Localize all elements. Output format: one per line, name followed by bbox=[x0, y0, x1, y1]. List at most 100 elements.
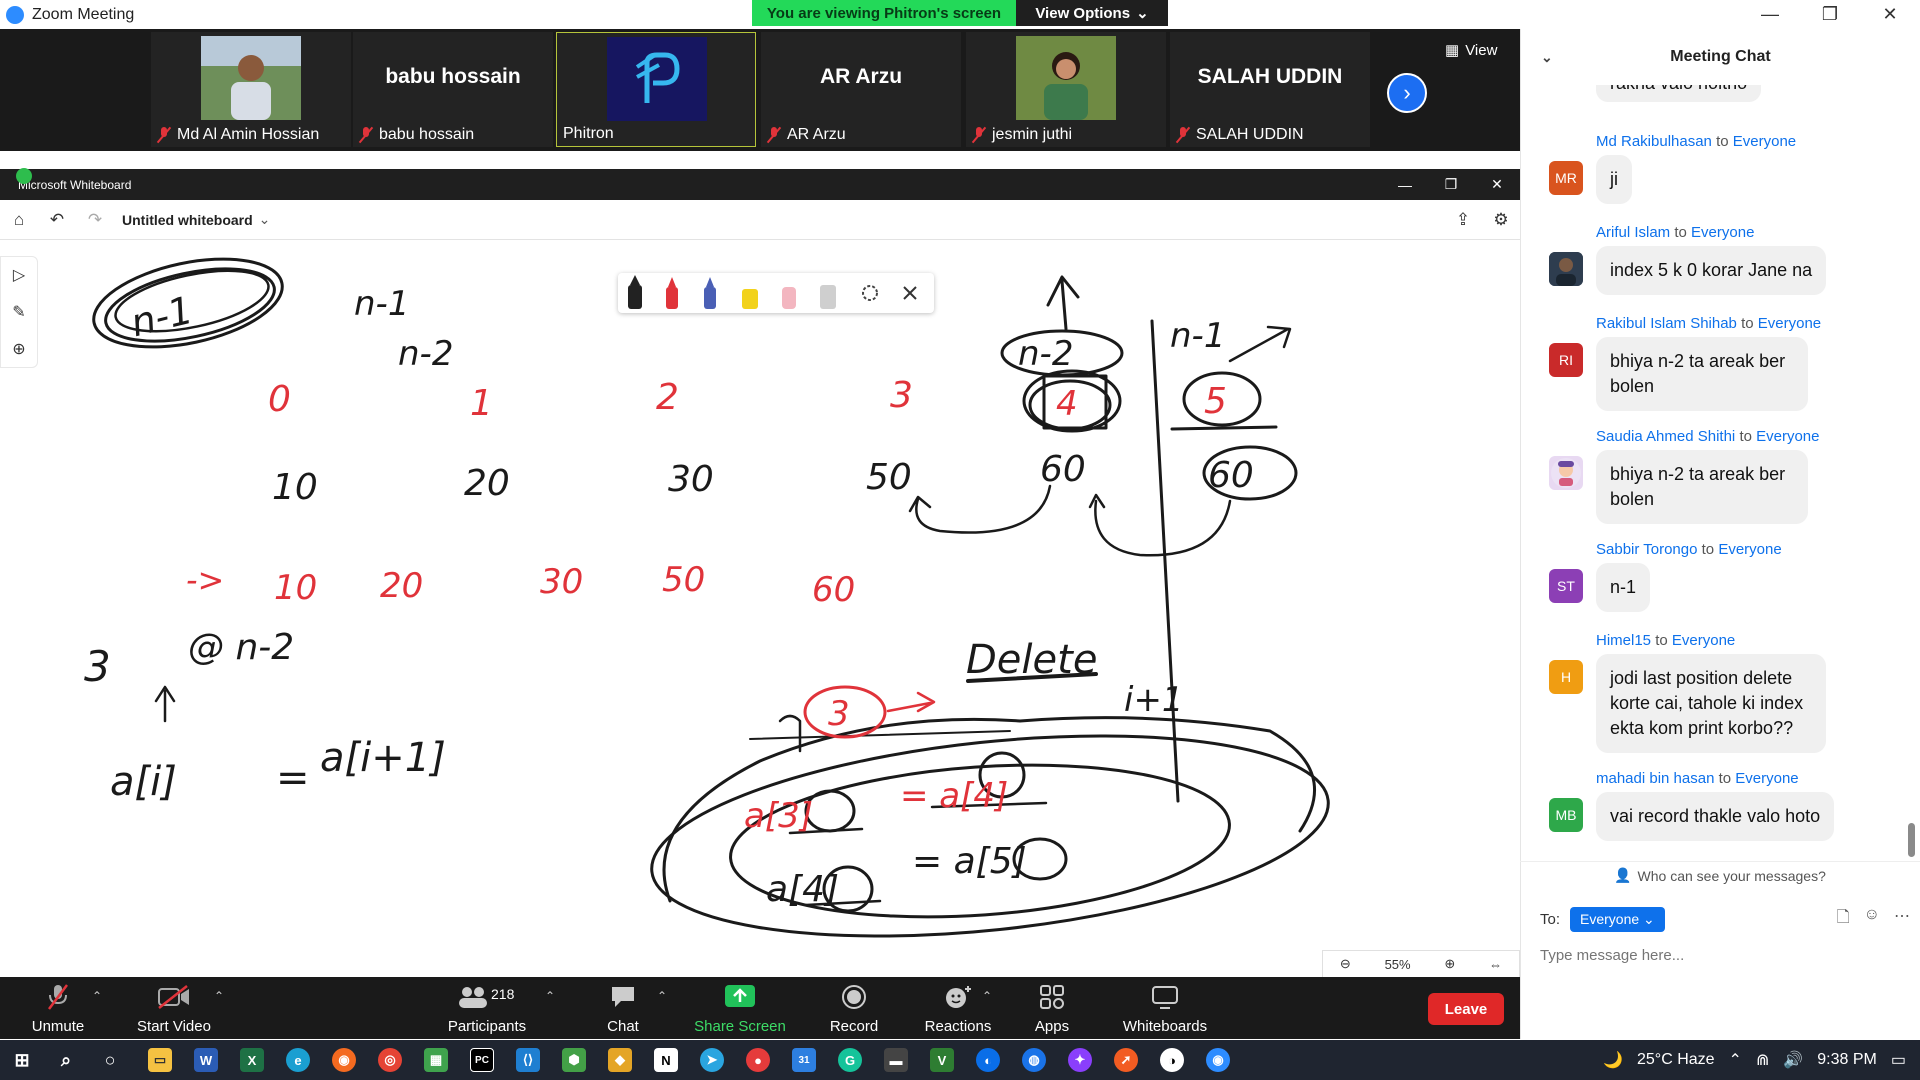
word-icon[interactable]: W bbox=[194, 1048, 218, 1072]
sender-name[interactable]: Sabbir Torongo bbox=[1596, 541, 1697, 558]
chat-bubble[interactable]: n-1 bbox=[1596, 563, 1651, 612]
share-screen-button[interactable]: Share Screen bbox=[692, 983, 788, 1035]
view-options-button[interactable]: View Options ⌄ bbox=[1016, 0, 1168, 26]
notifications-icon[interactable]: ▭ bbox=[1891, 1050, 1906, 1070]
chat-bubble[interactable]: jodi last position delete korte cai, tah… bbox=[1596, 654, 1826, 753]
message-input[interactable] bbox=[1540, 944, 1900, 966]
emoji-icon[interactable]: ☺ bbox=[1864, 906, 1880, 933]
whiteboards-button[interactable]: Whiteboards bbox=[1118, 983, 1212, 1035]
sender-name[interactable]: Md Rakibulhasan bbox=[1596, 133, 1712, 150]
participant-tile[interactable]: babu hossain babu hossain bbox=[353, 32, 553, 147]
caret-up-icon[interactable]: ⌃ bbox=[214, 989, 224, 1003]
windows-start-icon[interactable]: ⊞ bbox=[10, 1048, 34, 1072]
settings-gear-icon[interactable]: ⚙ bbox=[1482, 210, 1520, 230]
file-explorer-icon[interactable]: ▭ bbox=[148, 1048, 172, 1072]
apps-button[interactable]: Apps bbox=[1030, 983, 1074, 1035]
sender-name[interactable]: Ariful Islam bbox=[1596, 224, 1670, 241]
app-grid-icon[interactable]: ▦ bbox=[424, 1048, 448, 1072]
participant-tile[interactable]: jesmin juthi bbox=[966, 32, 1166, 147]
telegram-icon[interactable]: ➤ bbox=[700, 1048, 724, 1072]
chat-bubble[interactable]: bhiya n-2 ta areak ber bolen bbox=[1596, 450, 1808, 524]
excel-icon[interactable]: X bbox=[240, 1048, 264, 1072]
participant-tile[interactable]: Md Al Amin Hossian bbox=[151, 32, 351, 147]
notion-icon[interactable]: N bbox=[654, 1048, 678, 1072]
close-button[interactable]: ✕ bbox=[1860, 0, 1920, 29]
chat-messages[interactable]: rakha valo hoitho Md Rakibulhasan to Eve… bbox=[1521, 85, 1911, 855]
minimize-button[interactable]: — bbox=[1740, 0, 1800, 29]
more-icon[interactable]: ⋯ bbox=[1894, 906, 1910, 933]
wb-restore-button[interactable]: ❐ bbox=[1428, 169, 1474, 200]
caret-up-icon[interactable]: ⌃ bbox=[657, 989, 667, 1003]
volume-icon[interactable]: 🔊 bbox=[1783, 1050, 1803, 1070]
caret-up-icon[interactable]: ⌃ bbox=[982, 989, 992, 1003]
unmute-button[interactable]: Unmute bbox=[28, 983, 88, 1035]
participant-tile-active[interactable]: Phitron bbox=[556, 32, 756, 147]
whiteboard-canvas[interactable]: n-1 n-1 n-2 10 20 30 50 60 n-2 n-1 5 60 … bbox=[0, 241, 1520, 977]
leave-button[interactable]: Leave bbox=[1428, 993, 1504, 1025]
maximize-button[interactable]: ❐ bbox=[1800, 0, 1860, 29]
app-chat-icon[interactable]: ◐ bbox=[976, 1048, 1000, 1072]
caret-up-icon[interactable]: ⌃ bbox=[92, 989, 102, 1003]
wb-text: 30 bbox=[668, 459, 714, 500]
sender-name[interactable]: Rakibul Islam Shihab bbox=[1596, 315, 1737, 332]
terminal-icon[interactable]: ▬ bbox=[884, 1048, 908, 1072]
chat-bubble[interactable]: ji bbox=[1596, 155, 1632, 204]
sender-name[interactable]: Saudia Ahmed Shithi bbox=[1596, 428, 1735, 445]
recipient-dropdown[interactable]: Everyone ⌄ bbox=[1570, 906, 1665, 932]
zoom-in-icon[interactable]: ⊕ bbox=[1444, 956, 1455, 972]
fit-screen-icon[interactable]: ⇔ bbox=[1489, 957, 1502, 972]
zoom-taskbar-icon[interactable]: ◉ bbox=[1206, 1048, 1230, 1072]
wb-close-button[interactable]: ✕ bbox=[1474, 169, 1520, 200]
vim-icon[interactable]: V bbox=[930, 1048, 954, 1072]
sender-name[interactable]: Himel15 bbox=[1596, 632, 1651, 649]
git-icon[interactable]: ◆ bbox=[608, 1048, 632, 1072]
edge-icon[interactable]: e bbox=[286, 1048, 310, 1072]
participant-tile[interactable]: AR Arzu AR Arzu bbox=[761, 32, 961, 147]
redo-icon[interactable]: ↷ bbox=[76, 210, 114, 230]
postman-icon[interactable]: ➚ bbox=[1114, 1048, 1138, 1072]
view-button[interactable]: ▦ View bbox=[1445, 41, 1497, 60]
search-icon[interactable]: ⌕ bbox=[54, 1048, 78, 1072]
next-page-button[interactable]: › bbox=[1387, 73, 1427, 113]
cortana-icon[interactable]: ○ bbox=[98, 1048, 122, 1072]
calendar-icon[interactable]: 31 bbox=[792, 1048, 816, 1072]
vscode-icon[interactable]: ⟨⟩ bbox=[516, 1048, 540, 1072]
wb-minimize-button[interactable]: — bbox=[1382, 169, 1428, 200]
chat-bubble[interactable]: bhiya n-2 ta areak ber bolen bbox=[1596, 337, 1808, 411]
clock[interactable]: 9:38 PM bbox=[1817, 1051, 1877, 1069]
chevron-up-icon[interactable]: ⌃ bbox=[1729, 1050, 1742, 1070]
home-icon[interactable]: ⌂ bbox=[0, 210, 38, 230]
grammarly-icon[interactable]: G bbox=[838, 1048, 862, 1072]
chat-button[interactable]: Chat bbox=[598, 983, 648, 1035]
participant-tile[interactable]: SALAH UDDIN SALAH UDDIN bbox=[1170, 32, 1370, 147]
chat-bubble[interactable]: rakha valo hoitho bbox=[1596, 85, 1762, 102]
start-video-button[interactable]: Start Video bbox=[132, 983, 216, 1035]
record-button[interactable]: Record bbox=[826, 983, 882, 1035]
nodejs-icon[interactable]: ⬢ bbox=[562, 1048, 586, 1072]
file-icon[interactable]: 🗋 bbox=[1837, 906, 1850, 933]
whiteboard-name[interactable]: Untitled whiteboard bbox=[122, 212, 253, 228]
chevron-down-icon[interactable]: ⌄ bbox=[1541, 49, 1553, 66]
weather-label[interactable]: 25°C Haze bbox=[1637, 1051, 1715, 1069]
video-strip: Md Al Amin Hossian babu hossain babu hos… bbox=[0, 29, 1520, 151]
participants-button[interactable]: 218 Participants bbox=[444, 983, 530, 1035]
firefox-icon[interactable]: ◉ bbox=[332, 1048, 356, 1072]
chevron-down-icon[interactable]: ⌄ bbox=[259, 211, 271, 228]
maps-icon[interactable]: ◍ bbox=[1022, 1048, 1046, 1072]
pycharm-icon[interactable]: PC bbox=[470, 1048, 494, 1072]
app-circle-icon[interactable]: ◑ bbox=[1160, 1048, 1184, 1072]
sender-name[interactable]: mahadi bin hasan bbox=[1596, 770, 1714, 787]
messenger-icon[interactable]: ✦ bbox=[1068, 1048, 1092, 1072]
chat-scrollbar[interactable] bbox=[1908, 823, 1915, 857]
undo-icon[interactable]: ↶ bbox=[38, 210, 76, 230]
app-icon[interactable]: ● bbox=[746, 1048, 770, 1072]
caret-up-icon[interactable]: ⌃ bbox=[545, 989, 555, 1003]
network-icon[interactable]: ⋒ bbox=[1756, 1050, 1769, 1070]
who-can-see-link[interactable]: 👤 Who can see your messages? bbox=[1520, 861, 1920, 889]
chat-bubble[interactable]: vai record thakle valo hoto bbox=[1596, 792, 1835, 841]
chrome-icon[interactable]: ◎ bbox=[378, 1048, 402, 1072]
chat-bubble[interactable]: index 5 k 0 korar Jane na bbox=[1596, 246, 1827, 295]
share-icon[interactable]: ⇪ bbox=[1444, 210, 1482, 230]
zoom-out-icon[interactable]: ⊖ bbox=[1340, 956, 1351, 972]
reactions-label: Reactions bbox=[924, 1018, 992, 1035]
